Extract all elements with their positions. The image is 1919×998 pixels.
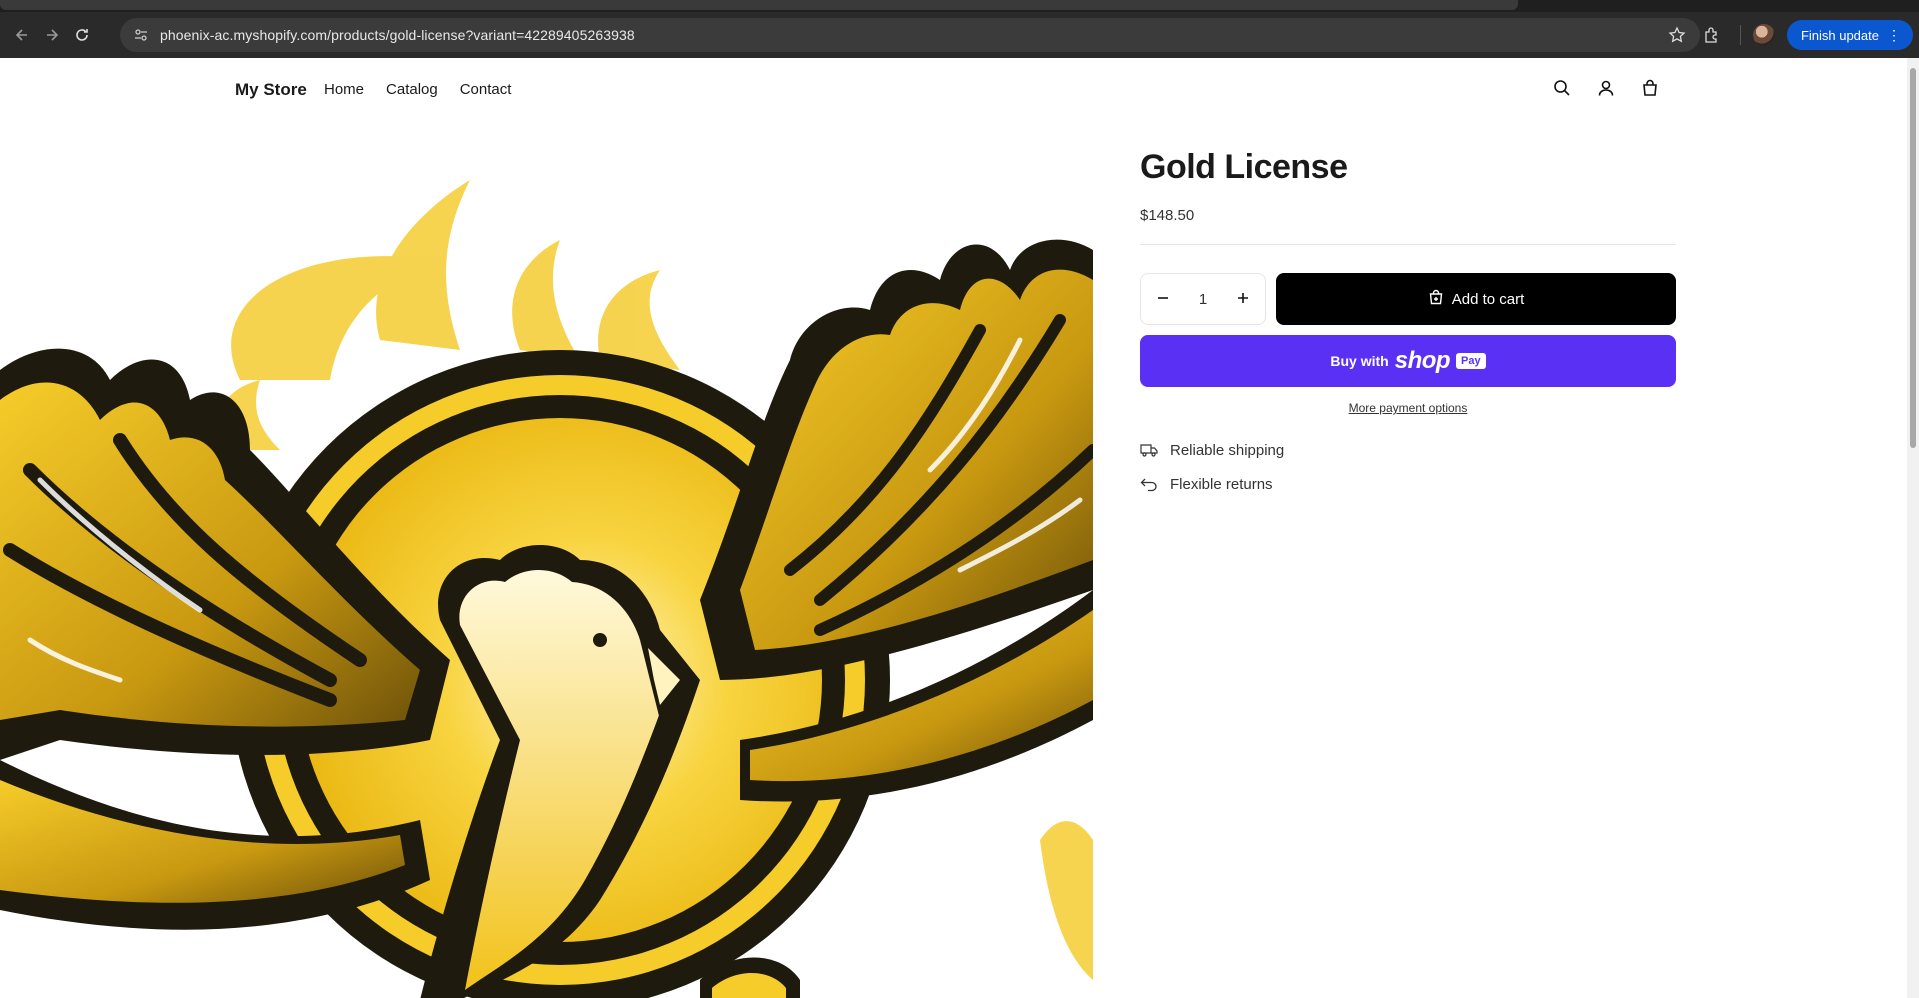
scrollbar-thumb[interactable]: [1910, 68, 1916, 448]
back-icon[interactable]: [8, 21, 36, 49]
product-features: Reliable shipping Flexible returns: [1140, 441, 1676, 493]
product-title: Gold License: [1140, 148, 1348, 186]
product-image[interactable]: [0, 120, 1093, 998]
more-payment-options-link[interactable]: More payment options: [1140, 401, 1676, 415]
store-page: My Store Home Catalog Contact Gold Licen…: [0, 58, 1907, 998]
store-header: My Store Home Catalog Contact: [0, 58, 1907, 122]
divider: [1140, 244, 1676, 245]
bag-plus-icon: [1428, 289, 1444, 309]
truck-icon: [1140, 441, 1158, 459]
shop-pay-button[interactable]: Buy with shop Pay: [1140, 335, 1676, 387]
address-bar[interactable]: phoenix-ac.myshopify.com/products/gold-l…: [120, 18, 1700, 52]
finish-update-button[interactable]: Finish update ⋮: [1786, 20, 1913, 50]
add-to-cart-button[interactable]: Add to cart: [1276, 273, 1676, 325]
site-info-icon[interactable]: [132, 26, 150, 44]
cart-icon[interactable]: [1641, 79, 1659, 97]
extensions-icon[interactable]: [1698, 21, 1726, 49]
pay-badge: Pay: [1456, 353, 1486, 369]
bookmark-star-icon[interactable]: [1668, 26, 1686, 49]
feature-returns: Flexible returns: [1140, 475, 1676, 493]
toolbar-divider: [1739, 25, 1741, 45]
shop-logo-text: shop: [1394, 347, 1451, 374]
plus-icon[interactable]: [1237, 291, 1249, 308]
feature-returns-label: Flexible returns: [1170, 475, 1273, 493]
main-nav: Home Catalog Contact: [324, 81, 511, 98]
quantity-value[interactable]: 1: [1199, 291, 1207, 308]
minus-icon[interactable]: [1157, 291, 1169, 308]
quantity-stepper: 1: [1140, 273, 1266, 325]
finish-update-label: Finish update: [1800, 27, 1879, 43]
header-actions: [1553, 79, 1659, 97]
url-text[interactable]: phoenix-ac.myshopify.com/products/gold-l…: [160, 27, 635, 43]
active-tab[interactable]: [0, 0, 1518, 10]
return-arrow-icon: [1140, 475, 1158, 493]
forward-icon[interactable]: [38, 21, 66, 49]
product-info: Gold License $148.50 1 Add to cart Buy w…: [1140, 148, 1676, 493]
account-icon[interactable]: [1597, 79, 1615, 97]
add-to-cart-label: Add to cart: [1451, 290, 1525, 308]
browser-toolbar: phoenix-ac.myshopify.com/products/gold-l…: [0, 12, 1919, 58]
search-icon[interactable]: [1553, 79, 1571, 97]
buy-row: 1 Add to cart: [1140, 273, 1676, 325]
buy-with-label: Buy with: [1330, 353, 1389, 369]
feature-shipping: Reliable shipping: [1140, 441, 1676, 459]
store-logo[interactable]: My Store: [235, 80, 307, 100]
profile-avatar[interactable]: [1752, 24, 1775, 46]
phoenix-illustration: [0, 180, 1093, 998]
feature-shipping-label: Reliable shipping: [1170, 441, 1285, 459]
reload-icon[interactable]: [68, 21, 96, 49]
product-price: $148.50: [1140, 207, 1195, 224]
nav-home[interactable]: Home: [324, 81, 364, 98]
nav-contact[interactable]: Contact: [460, 81, 512, 98]
browser-tab-strip: [0, 0, 1919, 12]
more-menu-icon: ⋮: [1887, 27, 1901, 43]
page-scrollbar[interactable]: [1907, 58, 1919, 998]
nav-catalog[interactable]: Catalog: [386, 81, 438, 98]
